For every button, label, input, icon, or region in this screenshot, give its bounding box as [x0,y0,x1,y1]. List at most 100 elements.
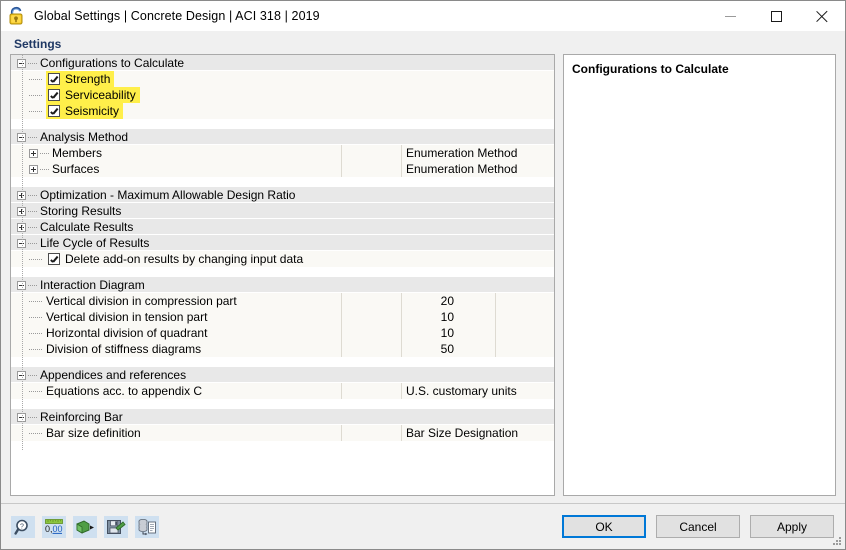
resize-grip[interactable] [832,536,842,546]
tree-item-row[interactable]: Surfaces Enumeration Method [11,161,554,177]
tree-group-row[interactable]: Optimization - Maximum Allowable Design … [11,187,554,203]
tree-connector [28,211,37,212]
tree-group-label: Calculate Results [40,219,133,235]
tree-item-row[interactable]: Strength [11,71,554,87]
column-separator[interactable] [401,145,402,177]
apply-button[interactable]: Apply [750,515,834,538]
tree-item-label: Equations acc. to appendix C [46,383,202,399]
tree-item-value[interactable]: 20 [405,293,454,309]
footer-bar: ? 0, 00 [1,504,845,549]
column-separator[interactable] [401,383,402,399]
tree-connector [40,169,49,170]
tree-group-row[interactable]: Calculate Results [11,219,554,235]
svg-text:00: 00 [53,524,63,534]
tree-item-row[interactable]: Seismicity [11,103,554,119]
tree-group-row[interactable]: Storing Results [11,203,554,219]
decimal-places-icon-button[interactable]: 0, 00 [42,516,66,538]
tree-group-row[interactable]: Interaction Diagram [11,277,554,293]
tree-item-value[interactable]: Enumeration Method [406,161,517,177]
expand-icon[interactable] [29,149,38,158]
tree-connector [29,317,43,318]
column-separator[interactable] [341,425,342,441]
close-icon [816,10,829,23]
column-separator[interactable] [341,383,342,399]
tree-item-value[interactable]: U.S. customary units [406,383,517,399]
tree-connector [28,195,37,196]
tree-connector [29,79,43,80]
checkbox-serviceability[interactable] [48,89,60,101]
maximize-icon [771,11,782,22]
tree-item-row[interactable]: Horizontal division of quadrant10 [11,325,554,341]
search-magnifier-icon: ? [14,518,32,536]
tree-item-row[interactable]: Equations acc. to appendix C U.S. customa… [11,383,554,399]
svg-text:0,: 0, [45,524,53,534]
tree-group-label-cell: Storing Results [17,203,121,219]
expand-icon[interactable] [29,165,38,174]
tree-item-value[interactable]: Enumeration Method [406,145,517,161]
tree-item-value[interactable]: 50 [405,341,454,357]
tree-item-row[interactable]: MembersEnumeration Method [11,145,554,161]
tree-item-row[interactable]: Division of stiffness diagrams50 [11,341,554,357]
tree-group-label-cell: Optimization - Maximum Allowable Design … [17,187,295,203]
column-separator[interactable] [341,145,342,177]
settings-tree-container[interactable]: Configurations to CalculateStrengthServi… [10,54,555,496]
tree-group-row[interactable]: Reinforcing Bar [11,409,554,425]
tree-group-label-cell: Appendices and references [17,367,186,383]
minimize-icon [725,16,736,17]
info-pane: Configurations to Calculate [563,37,836,496]
tree-group-row[interactable]: Life Cycle of Results [11,235,554,251]
tree-item-label-cell: Seismicity [29,103,123,119]
tree-item-row[interactable]: Vertical division in tension part10 [11,309,554,325]
tree-group-row[interactable]: Analysis Method [11,129,554,145]
tree-group-label-cell: Reinforcing Bar [17,409,123,425]
column-separator[interactable] [495,293,496,357]
import-icon-button[interactable] [73,516,97,538]
window-controls [707,1,845,31]
tree-connector [29,111,43,112]
close-button[interactable] [799,1,845,31]
column-separator[interactable] [401,293,402,357]
tree-item-label-cell: Vertical division in compression part [29,293,237,309]
tree-connector [29,391,43,392]
tree-item-label-cell: Serviceability [29,87,140,103]
minimize-button[interactable] [707,1,753,31]
tree-item-label: Surfaces [52,161,99,177]
checkbox-seismicity[interactable] [48,105,60,117]
copy-settings-icon-button[interactable] [135,516,159,538]
maximize-button[interactable] [753,1,799,31]
tree-item-row[interactable]: Vertical division in compression part 20 [11,293,554,309]
tree-group-label: Analysis Method [40,129,128,145]
tree-item-label-cell: Delete add-on results by changing input … [29,251,307,267]
tree-item-value[interactable]: Bar Size Designation [406,425,518,441]
column-separator[interactable] [341,293,342,357]
tree-item-label-cell: Surfaces [29,161,99,177]
tree-group-label: Interaction Diagram [40,277,145,293]
tree-item-row[interactable]: Bar size definition Bar Size Designation [11,425,554,441]
checkbox-delete-add-on-results-by-changing-input-data[interactable] [48,253,60,265]
tree-connector [29,333,43,334]
ok-button[interactable]: OK [562,515,646,538]
search-magnifier-icon-button[interactable]: ? [11,516,35,538]
column-separator[interactable] [401,425,402,441]
tree-root-guide-line [22,55,23,451]
tree-item-label: Strength [65,71,110,87]
tree-item-label: Bar size definition [46,425,141,441]
tree-spacer [11,357,554,367]
tree-connector [28,375,37,376]
tree-item-row[interactable]: Serviceability [11,87,554,103]
export-save-icon-button[interactable] [104,516,128,538]
tree-group-row[interactable]: Appendices and references [11,367,554,383]
checkbox-strength[interactable] [48,73,60,85]
cancel-button[interactable]: Cancel [656,515,740,538]
tree-group-label-cell: Interaction Diagram [17,277,145,293]
tree-spacer [11,441,554,451]
tree-item-value[interactable]: 10 [405,309,454,325]
tree-group-label-cell: Configurations to Calculate [17,55,184,71]
tree-item-label-cell: Equations acc. to appendix C [29,383,202,399]
global-settings-dialog: Global Settings | Concrete Design | ACI … [0,0,846,550]
tree-connector [29,259,43,260]
tree-group-row[interactable]: Configurations to Calculate [11,55,554,71]
tree-item-value[interactable]: 10 [405,325,454,341]
tree-item-row[interactable]: Delete add-on results by changing input … [11,251,554,267]
tree-connector [29,301,43,302]
